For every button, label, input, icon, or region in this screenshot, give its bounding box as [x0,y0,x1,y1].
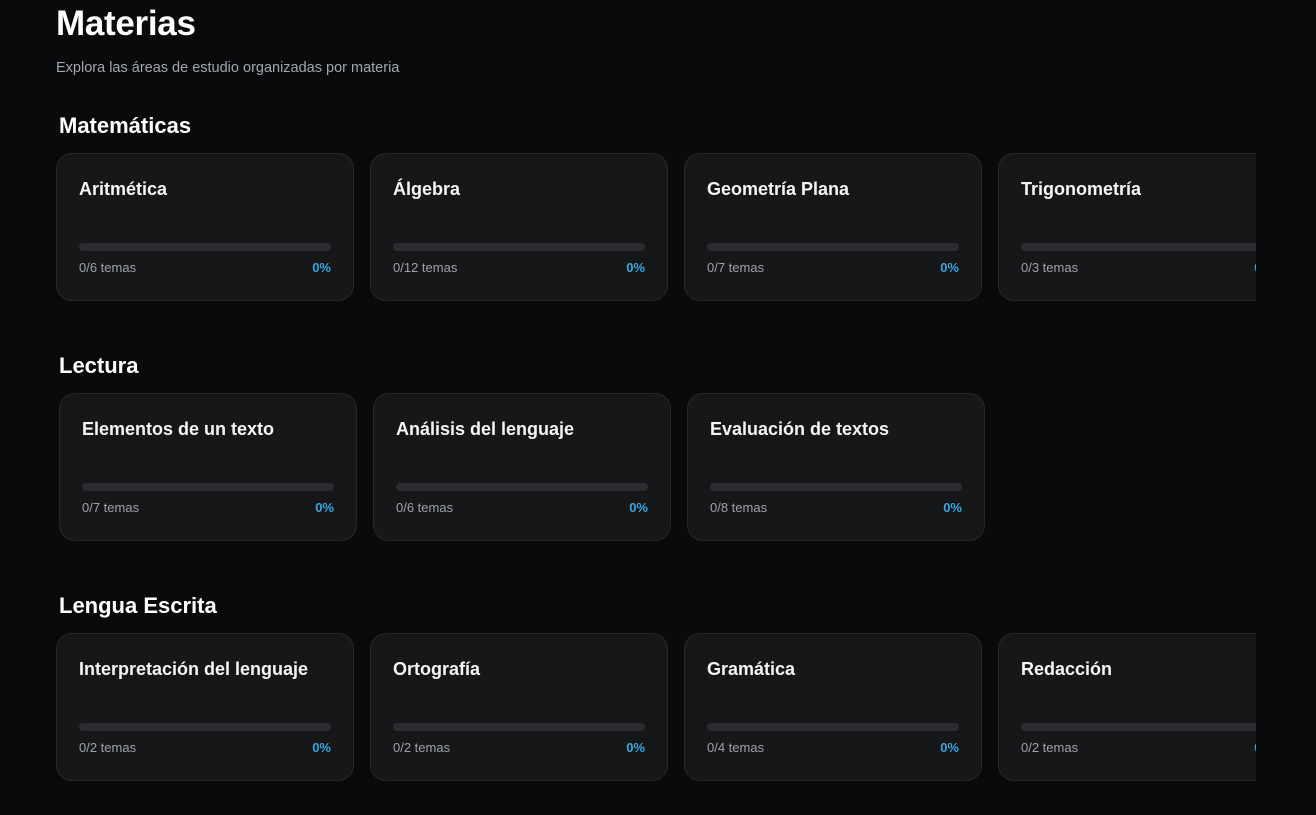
page-title: Materias [56,4,196,43]
cards-carousel[interactable]: Interpretación del lenguaje 0/2 temas 0%… [0,633,1256,783]
progress-bar [1021,723,1256,731]
topic-count: 0/4 temas [707,740,765,755]
card-title: Aritmética [79,179,168,199]
subject-card-geometria-plana[interactable]: Geometría Plana 0/7 temas 0% [684,153,982,301]
card-title: Gramática [707,659,796,679]
progress-percent: 0% [1254,740,1256,756]
page-subtitle: Explora las áreas de estudio organizadas… [56,60,400,76]
card-title: Redacción [1021,659,1113,679]
progress-percent: 0% [312,740,331,755]
topic-count: 0/2 temas [1021,740,1079,755]
progress-bar [707,723,959,731]
topic-count: 0/3 temas [1021,260,1079,275]
topic-count: 0/2 temas [393,740,451,755]
topic-count: 0/6 temas [396,500,454,515]
card-title: Análisis del lenguaje [396,419,575,439]
progress-bar [82,483,334,491]
progress-bar [396,483,648,491]
cards-carousel[interactable]: Elementos de un texto 0/7 temas 0% Análi… [0,393,1256,543]
card-title: Trigonometría [1021,179,1142,199]
progress-percent: 0% [315,500,334,515]
progress-percent: 0% [940,740,959,755]
progress-percent: 0% [1254,260,1256,276]
progress-bar [707,243,959,251]
progress-percent: 0% [943,500,962,515]
progress-percent: 0% [626,260,645,275]
card-title: Interpretación del lenguaje [79,659,309,679]
subject-card-ortografia[interactable]: Ortografía 0/2 temas 0% [370,633,668,781]
subject-card-algebra[interactable]: Álgebra 0/12 temas 0% [370,153,668,301]
subject-card-interpretacion-del-lenguaje[interactable]: Interpretación del lenguaje 0/2 temas 0% [56,633,354,781]
page: Materias Explora las áreas de estudio or… [0,0,1316,815]
subject-card-gramatica[interactable]: Gramática 0/4 temas 0% [684,633,982,781]
topic-count: 0/6 temas [79,260,137,275]
subject-card-trigonometria[interactable]: Trigonometría 0/3 temas 0% [998,153,1256,301]
cards-carousel[interactable]: Aritmética 0/6 temas 0% Álgebra 0/12 tem… [0,153,1256,303]
subject-card-analisis-del-lenguaje[interactable]: Análisis del lenguaje 0/6 temas 0% [373,393,671,541]
progress-bar [393,723,645,731]
progress-percent: 0% [629,500,648,515]
section-title: Lengua Escrita [59,593,217,618]
section-title: Matemáticas [59,113,192,138]
subject-card-elementos-de-un-texto[interactable]: Elementos de un texto 0/7 temas 0% [59,393,357,541]
card-title: Ortografía [393,659,481,679]
card-title: Evaluación de textos [710,419,890,439]
progress-percent: 0% [626,740,645,755]
topic-count: 0/8 temas [710,500,768,515]
subject-card-redaccion[interactable]: Redacción 0/2 temas 0% [998,633,1256,781]
card-title: Elementos de un texto [82,419,275,439]
card-title: Álgebra [393,179,461,199]
progress-bar [1021,243,1256,251]
progress-bar [79,723,331,731]
section-title: Lectura [59,353,139,378]
progress-bar [393,243,645,251]
progress-bar [710,483,962,491]
subject-card-evaluacion-de-textos[interactable]: Evaluación de textos 0/8 temas 0% [687,393,985,541]
card-title: Geometría Plana [707,179,850,199]
topic-count: 0/7 temas [707,260,765,275]
topic-count: 0/7 temas [82,500,140,515]
progress-bar [79,243,331,251]
subject-card-aritmetica[interactable]: Aritmética 0/6 temas 0% [56,153,354,301]
progress-percent: 0% [312,260,331,275]
progress-percent: 0% [940,260,959,275]
topic-count: 0/12 temas [393,260,458,275]
topic-count: 0/2 temas [79,740,137,755]
